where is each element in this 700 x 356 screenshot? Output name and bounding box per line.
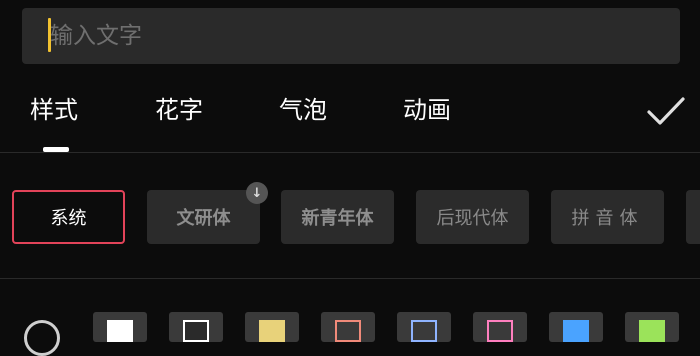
font-chip-label: 新青年体 [301, 208, 374, 229]
style-swatch[interactable] [93, 312, 147, 342]
style-swatch[interactable] [549, 312, 603, 342]
confirm-checkmark-icon[interactable] [646, 95, 686, 127]
swatch-preview [259, 320, 285, 342]
swatch-preview [563, 320, 589, 342]
font-chip-label: 后现代体 [436, 208, 509, 229]
style-swatch[interactable] [397, 312, 451, 342]
text-cursor [48, 18, 51, 52]
text-input[interactable] [22, 8, 650, 64]
style-swatch[interactable] [245, 312, 299, 342]
tab-divider [0, 152, 700, 153]
swatch-preview [639, 320, 665, 342]
font-chip-label: 文研体 [176, 208, 231, 229]
font-chip-xinqingnian[interactable]: 新青年体 [281, 190, 394, 244]
tab-bar: 样式 花字 气泡 动画 [0, 80, 700, 152]
font-chip-system[interactable]: 系统 [12, 190, 125, 244]
font-chip-label: 系统 [50, 208, 87, 229]
font-chip-more[interactable] [686, 190, 700, 244]
swatch-preview [107, 320, 133, 342]
style-swatch-row [0, 308, 700, 356]
no-style-icon[interactable] [24, 320, 60, 356]
style-swatch[interactable] [625, 312, 679, 342]
font-divider [0, 278, 700, 279]
font-list: 系统 文研体 ↓ 新青年体 后现代体 拼音体 [0, 182, 700, 246]
font-chip-label: 拼音体 [571, 208, 644, 229]
style-swatch[interactable] [321, 312, 375, 342]
swatch-preview [335, 320, 361, 342]
swatch-preview [487, 320, 513, 342]
font-chip-houxiandai[interactable]: 后现代体 [416, 190, 529, 244]
tab-animation[interactable]: 动画 [403, 90, 451, 125]
tab-style[interactable]: 样式 [30, 90, 78, 125]
font-chip-wenyan[interactable]: 文研体 ↓ [147, 182, 268, 244]
download-icon: ↓ [246, 182, 268, 204]
tab-fancy-text[interactable]: 花字 [155, 90, 203, 125]
style-swatch[interactable] [473, 312, 527, 342]
tab-bubble[interactable]: 气泡 [279, 90, 327, 125]
style-swatch[interactable] [169, 312, 223, 342]
swatch-preview [183, 320, 209, 342]
swatch-preview [411, 320, 437, 342]
font-chip-pinyin[interactable]: 拼音体 [551, 190, 664, 244]
